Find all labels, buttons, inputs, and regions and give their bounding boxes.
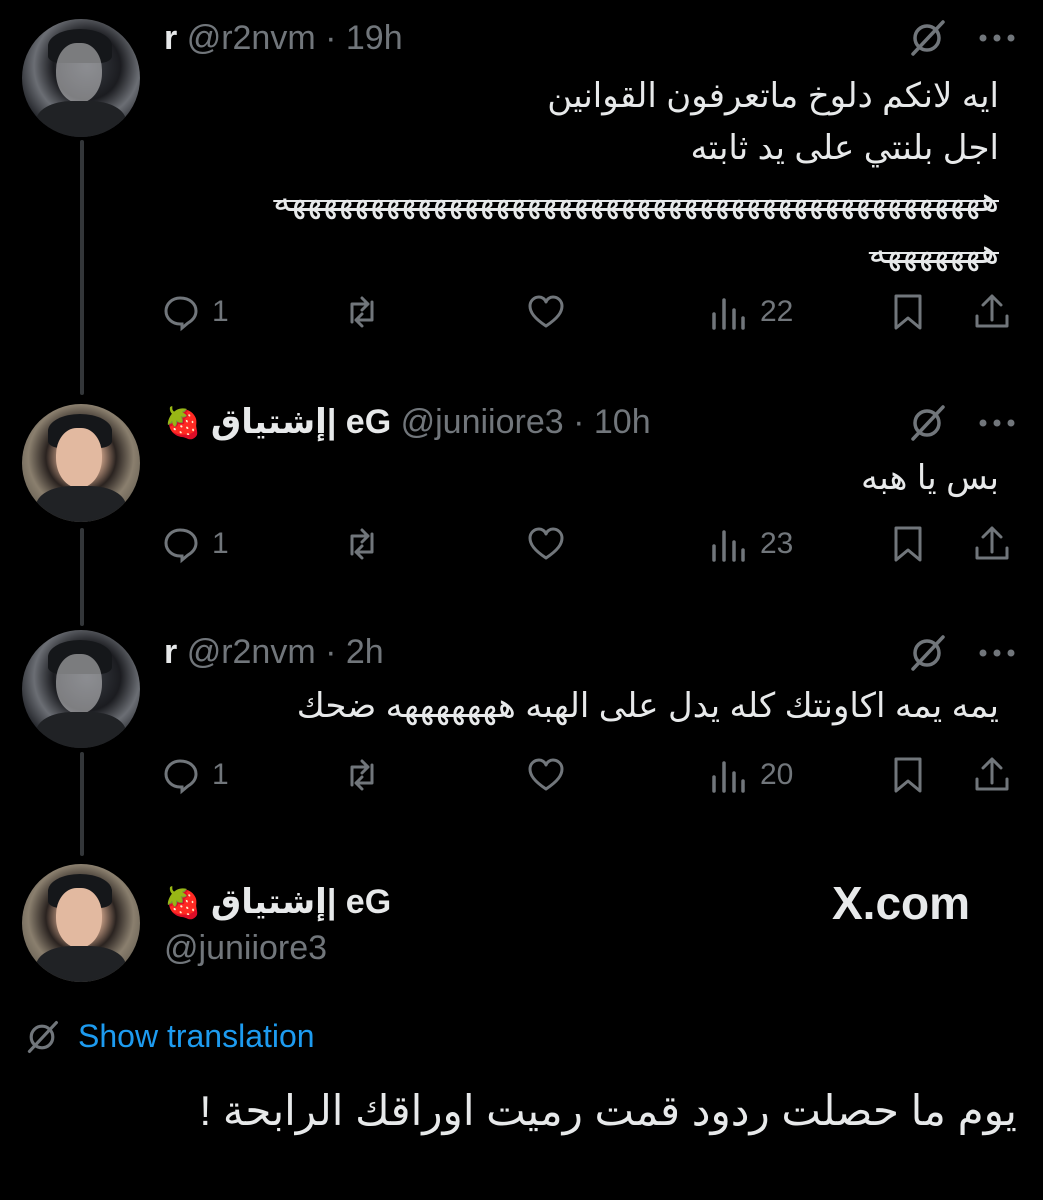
tweet-actions: 1 22 <box>160 290 1020 334</box>
main-tweet-text: يوم ما حصلت ردود قمت رميت اوراقك الرابحة… <box>199 1087 1017 1134</box>
display-name[interactable]: r <box>164 633 177 671</box>
strawberry-emoji: 🍓 <box>164 407 202 440</box>
like-button[interactable] <box>526 522 566 566</box>
bookmark-icon <box>894 294 922 330</box>
avatar[interactable] <box>22 404 140 522</box>
retweet-button[interactable] <box>342 522 382 566</box>
share-icon <box>975 757 1009 791</box>
share-button[interactable] <box>972 753 1012 797</box>
retweet-button[interactable] <box>342 753 382 797</box>
tweet-actions: 1 23 <box>160 522 1020 566</box>
bookmark-icon <box>894 526 922 562</box>
reply-icon <box>164 296 198 332</box>
display-name[interactable]: r <box>164 19 177 57</box>
reply-button[interactable]: 1 <box>160 290 229 334</box>
timestamp[interactable]: · 2h <box>325 633 384 671</box>
tweet-header: r @r2nvm · 2h <box>164 632 384 672</box>
more-icon[interactable] <box>973 403 1021 443</box>
main-tweet-name: 🍓 إشتياق| eG <box>164 882 391 924</box>
bookmark-button[interactable] <box>888 753 928 797</box>
reply-button[interactable]: 1 <box>160 753 229 797</box>
main-tweet-handle: @juniiore3 <box>164 928 327 968</box>
bookmark-icon <box>894 757 922 793</box>
avatar[interactable] <box>22 630 140 748</box>
views-icon <box>712 761 745 793</box>
tweet-line: ايه لانكم دلوخ ماتعرفون القوانين <box>547 77 999 115</box>
grok-icon[interactable] <box>907 633 947 673</box>
views-icon <box>712 298 745 330</box>
user-handle[interactable]: @juniiore3 <box>164 929 327 967</box>
show-translation-link[interactable]: Show translation <box>24 1018 315 1055</box>
heart-icon <box>528 527 564 560</box>
retweet-icon <box>350 759 374 791</box>
view-count: 23 <box>760 527 794 560</box>
reply-icon <box>164 759 198 795</box>
tweet-line: يمه يمه اكاونتك كله يدل على الهبه هههههه… <box>296 687 999 725</box>
heart-icon <box>528 295 564 328</box>
view-count: 20 <box>760 758 794 791</box>
thread-connector <box>80 528 84 626</box>
grok-icon[interactable] <box>907 403 947 443</box>
like-button[interactable] <box>526 290 566 334</box>
heart-icon <box>528 758 564 791</box>
user-handle[interactable]: @juniiore3 <box>401 403 564 441</box>
tweet-text: بس يا هبه <box>861 452 999 504</box>
grok-icon <box>27 1020 58 1053</box>
strawberry-emoji: 🍓 <box>164 887 202 920</box>
grok-icon[interactable] <box>907 18 947 58</box>
reply-count: 1 <box>212 295 229 328</box>
retweet-button[interactable] <box>342 290 382 334</box>
tweet-line: هههههههه <box>868 233 999 271</box>
display-name[interactable]: إشتياق| eG <box>211 883 391 921</box>
like-button[interactable] <box>526 753 566 797</box>
timestamp[interactable]: · 10h <box>573 403 651 441</box>
thread-connector <box>80 752 84 856</box>
retweet-icon <box>350 528 374 560</box>
reply-count: 1 <box>212 527 229 560</box>
user-handle[interactable]: @r2nvm <box>187 633 316 671</box>
views-button[interactable]: 20 <box>708 753 793 797</box>
avatar[interactable] <box>22 19 140 137</box>
views-button[interactable]: 22 <box>708 290 793 334</box>
user-handle[interactable]: @r2nvm <box>187 19 316 57</box>
tweet-line: هههههههههههههههههههههههههههههههههههههههه… <box>273 181 999 219</box>
share-button[interactable] <box>972 522 1012 566</box>
bookmark-button[interactable] <box>888 290 928 334</box>
thread-connector <box>80 140 84 395</box>
timestamp[interactable]: · 19h <box>325 19 403 57</box>
tweet-text: يمه يمه اكاونتك كله يدل على الهبه هههههه… <box>297 680 999 732</box>
retweet-icon <box>350 296 374 328</box>
bookmark-button[interactable] <box>888 522 928 566</box>
tweet-line: اجل بلنتي على يد ثابته <box>690 129 999 167</box>
reply-button[interactable]: 1 <box>160 522 229 566</box>
reply-icon <box>164 528 198 564</box>
display-name[interactable]: إشتياق| eG <box>211 403 391 441</box>
avatar[interactable] <box>22 864 140 982</box>
share-icon <box>975 526 1009 560</box>
views-icon <box>712 530 745 562</box>
tweet-text: ايه لانكم دلوخ ماتعرفون القوانين اجل بلن… <box>273 70 999 278</box>
more-icon[interactable] <box>973 633 1021 673</box>
more-icon[interactable] <box>973 18 1021 58</box>
tweet-actions: 1 20 <box>160 753 1020 797</box>
tweet-header: 🍓 إشتياق| eG @juniiore3 · 10h <box>164 402 651 444</box>
reply-count: 1 <box>212 758 229 791</box>
tweet-line: بس يا هبه <box>861 459 999 497</box>
show-translation-label: Show translation <box>78 1018 315 1054</box>
tweet-header: r @r2nvm · 19h <box>164 18 403 58</box>
share-icon <box>975 294 1009 328</box>
views-button[interactable]: 23 <box>708 522 793 566</box>
site-watermark: X.com <box>832 877 971 929</box>
share-button[interactable] <box>972 290 1012 334</box>
view-count: 22 <box>760 295 794 328</box>
